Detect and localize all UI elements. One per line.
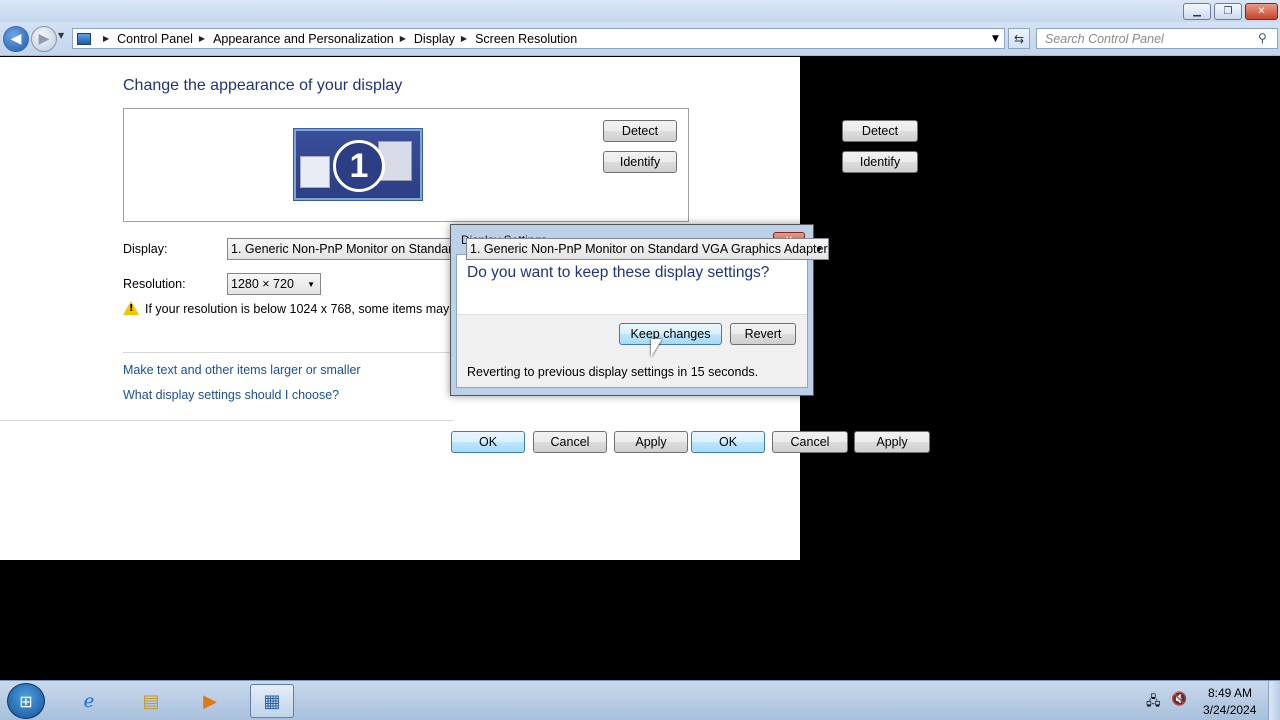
- breadcrumb-control-panel[interactable]: Control Panel: [117, 32, 193, 46]
- address-dropdown-button[interactable]: ▼: [986, 28, 1005, 49]
- taskbar-windows-explorer[interactable]: ▤: [129, 684, 173, 718]
- resolution-label: Resolution:: [123, 277, 186, 291]
- search-placeholder: Search Control Panel: [1045, 31, 1164, 46]
- breadcrumb-separator-icon: ▶: [460, 34, 468, 43]
- taskbar-control-panel[interactable]: ▦: [250, 684, 294, 718]
- folder-icon: ▤: [142, 690, 160, 712]
- display-select[interactable]: 1. Generic Non-PnP Monitor on Standard V…: [227, 238, 453, 260]
- mouse-cursor-icon: [651, 339, 662, 357]
- ok-button-artifact[interactable]: OK: [691, 431, 765, 453]
- taskbar-media-player[interactable]: ▶: [188, 684, 232, 718]
- cancel-button-artifact[interactable]: Cancel: [772, 431, 848, 453]
- search-input[interactable]: Search Control Panel: [1036, 28, 1278, 49]
- refresh-icon: ⇆: [1013, 31, 1025, 46]
- breadcrumb-separator-icon: ▶: [399, 34, 406, 43]
- breadcrumb-appearance[interactable]: Appearance and Personalization: [213, 32, 394, 46]
- windows-logo-icon: ⊞: [19, 691, 33, 711]
- control-panel-icon: [77, 32, 91, 45]
- revert-countdown-text: Reverting to previous display settings i…: [467, 365, 759, 379]
- search-icon[interactable]: ⚲: [1258, 31, 1267, 45]
- chevron-down-icon: ▼: [815, 245, 823, 254]
- resolution-select[interactable]: 1280 × 720 ▼: [227, 273, 321, 295]
- resolution-select-value: 1280 × 720: [231, 277, 294, 291]
- divider: [0, 420, 453, 421]
- breadcrumb-display[interactable]: Display: [414, 32, 455, 46]
- breadcrumb-separator-icon: ▶: [198, 34, 206, 43]
- cancel-button[interactable]: Cancel: [533, 431, 607, 453]
- minimize-icon: ▁: [1193, 6, 1201, 17]
- close-icon: ✕: [1257, 6, 1266, 17]
- divider: [123, 352, 453, 353]
- network-icon[interactable]: 🖧: [1146, 692, 1161, 714]
- identify-button[interactable]: Identify: [603, 151, 677, 173]
- display-select-artifact[interactable]: 1. Generic Non-PnP Monitor on Standard V…: [466, 238, 829, 260]
- dialog-question: Do you want to keep these display settin…: [467, 264, 770, 281]
- detect-button[interactable]: Detect: [603, 120, 677, 142]
- close-button[interactable]: ✕: [1245, 3, 1278, 20]
- warning-exclamation-icon: !: [129, 303, 134, 314]
- back-arrow-icon: ◀: [10, 31, 22, 47]
- media-player-icon: ▶: [203, 690, 217, 712]
- start-button[interactable]: ⊞: [7, 683, 45, 719]
- display-label: Display:: [123, 242, 168, 256]
- display-select-value: 1. Generic Non-PnP Monitor on Standard V…: [470, 242, 828, 256]
- display-help-link[interactable]: What display settings should I choose?: [123, 388, 339, 402]
- text-size-link[interactable]: Make text and other items larger or smal…: [123, 363, 361, 377]
- internet-explorer-icon: ℯ: [83, 690, 95, 712]
- clock-time[interactable]: 8:49 AM: [1208, 686, 1252, 700]
- apply-button[interactable]: Apply: [614, 431, 688, 453]
- preview-window-icon: [300, 156, 330, 188]
- chevron-down-icon: ▼: [307, 280, 315, 289]
- display-select-value: 1. Generic Non-PnP Monitor on Standard V…: [231, 242, 452, 256]
- forward-arrow-icon: ▶: [38, 31, 50, 47]
- restore-icon: ❐: [1223, 6, 1233, 17]
- minimize-button[interactable]: ▁: [1183, 3, 1211, 20]
- identify-button-artifact[interactable]: Identify: [842, 151, 918, 173]
- breadcrumb-screen-resolution[interactable]: Screen Resolution: [475, 32, 577, 46]
- clock-date[interactable]: 3/24/2024: [1203, 703, 1256, 717]
- volume-muted-icon[interactable]: 🔇: [1171, 692, 1187, 707]
- restore-button[interactable]: ❐: [1214, 3, 1242, 20]
- apply-button-artifact[interactable]: Apply: [854, 431, 930, 453]
- control-panel-icon: ▦: [263, 690, 281, 712]
- detect-button-artifact[interactable]: Detect: [842, 120, 918, 142]
- recent-pages-button[interactable]: ▼: [58, 31, 64, 40]
- chevron-down-icon: ▼: [992, 33, 999, 44]
- keep-changes-button[interactable]: Keep changes: [619, 323, 722, 345]
- page-title: Change the appearance of your display: [123, 77, 403, 94]
- show-desktop-button[interactable]: [1268, 681, 1280, 720]
- taskbar-internet-explorer[interactable]: ℯ: [67, 684, 111, 718]
- revert-button[interactable]: Revert: [730, 323, 796, 345]
- address-field[interactable]: ▶ Control Panel ▶ Appearance and Persona…: [72, 28, 1005, 49]
- forward-button[interactable]: ▶: [31, 26, 57, 52]
- ok-button[interactable]: OK: [451, 431, 525, 453]
- monitor-number-badge: 1: [333, 140, 385, 192]
- resolution-warning-text: If your resolution is below 1024 x 768, …: [145, 302, 450, 316]
- window-title-bar: [0, 0, 1280, 22]
- refresh-button[interactable]: ⇆: [1008, 28, 1030, 49]
- back-button[interactable]: ◀: [3, 26, 29, 52]
- breadcrumb-separator-icon: ▶: [103, 34, 110, 43]
